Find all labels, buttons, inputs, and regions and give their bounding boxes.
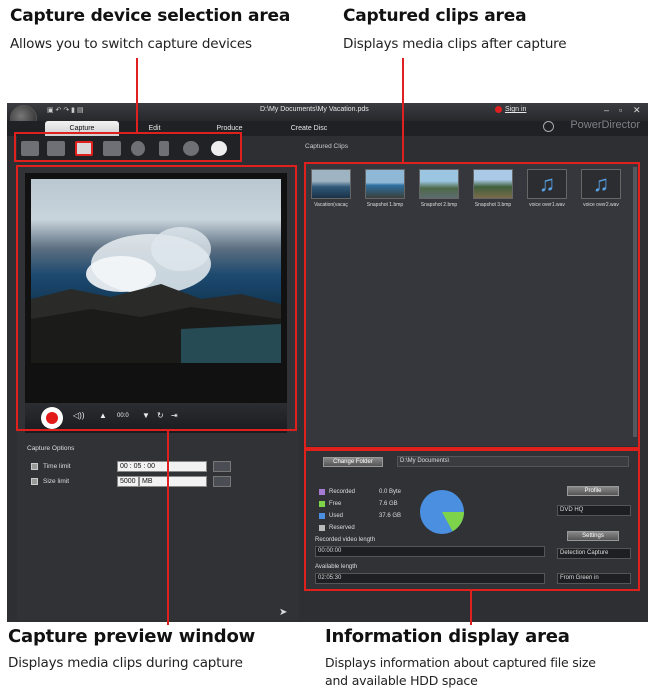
time-limit-checkbox[interactable] xyxy=(31,463,38,470)
info-annotation-desc-line2: and available HDD space xyxy=(325,673,478,688)
size-limit-checkbox[interactable] xyxy=(31,478,38,485)
size-unit: MB xyxy=(139,476,207,487)
minimize-icon[interactable]: – xyxy=(604,105,609,115)
powerdirector-window: ▣ ↶ ↷ ▮ ▤ D:\My Documents\My Vacation.pd… xyxy=(7,103,648,622)
capture-options-title: Capture Options xyxy=(27,445,75,452)
captured-clips-header: Captured Clips xyxy=(305,143,348,150)
time-limit-input[interactable]: 00 : 05 : 00 xyxy=(117,461,207,472)
close-icon[interactable]: ✕ xyxy=(633,105,641,116)
info-connector-line xyxy=(470,591,472,625)
brand-name: PowerDirector xyxy=(570,119,640,131)
sign-in-icon[interactable] xyxy=(495,106,502,113)
title-bar: ▣ ↶ ↷ ▮ ▤ D:\My Documents\My Vacation.pd… xyxy=(7,103,648,132)
clips-annotation-desc: Displays media clips after capture xyxy=(343,36,567,52)
quick-access-icons[interactable]: ▣ ↶ ↷ ▮ ▤ xyxy=(47,106,84,114)
time-limit-label: Time limit xyxy=(43,463,71,470)
size-limit-input[interactable]: 5000 xyxy=(117,476,139,487)
preview-annotation-desc: Displays media clips during capture xyxy=(8,655,243,671)
window-title: D:\My Documents\My Vacation.pds xyxy=(260,106,369,113)
mouse-cursor-icon: ➤ xyxy=(279,607,288,618)
clips-connector-line xyxy=(402,58,404,162)
preview-area-highlight xyxy=(16,165,297,431)
time-limit-button[interactable] xyxy=(213,461,231,472)
maximize-icon[interactable]: ▫ xyxy=(619,105,622,115)
sign-in-link[interactable]: Sign in xyxy=(505,106,526,113)
device-annotation-desc: Allows you to switch capture devices xyxy=(10,36,252,52)
size-limit-label: Size limit xyxy=(43,478,70,485)
info-annotation-desc-line1: Displays information about captured file… xyxy=(325,655,596,670)
device-connector-line xyxy=(136,58,138,132)
cyberlink-logo-icon xyxy=(543,121,554,132)
device-area-highlight xyxy=(14,132,242,162)
size-limit-button[interactable] xyxy=(213,476,231,487)
clips-area-highlight xyxy=(304,162,640,449)
clips-annotation-title: Captured clips area xyxy=(343,6,527,26)
preview-connector-line xyxy=(167,431,169,625)
preview-annotation-title: Capture preview window xyxy=(8,626,256,647)
tab-create-disc[interactable]: Create Disc xyxy=(279,121,339,136)
device-annotation-title: Capture device selection area xyxy=(10,6,291,26)
info-area-highlight xyxy=(304,449,640,591)
info-annotation-title: Information display area xyxy=(325,626,570,647)
